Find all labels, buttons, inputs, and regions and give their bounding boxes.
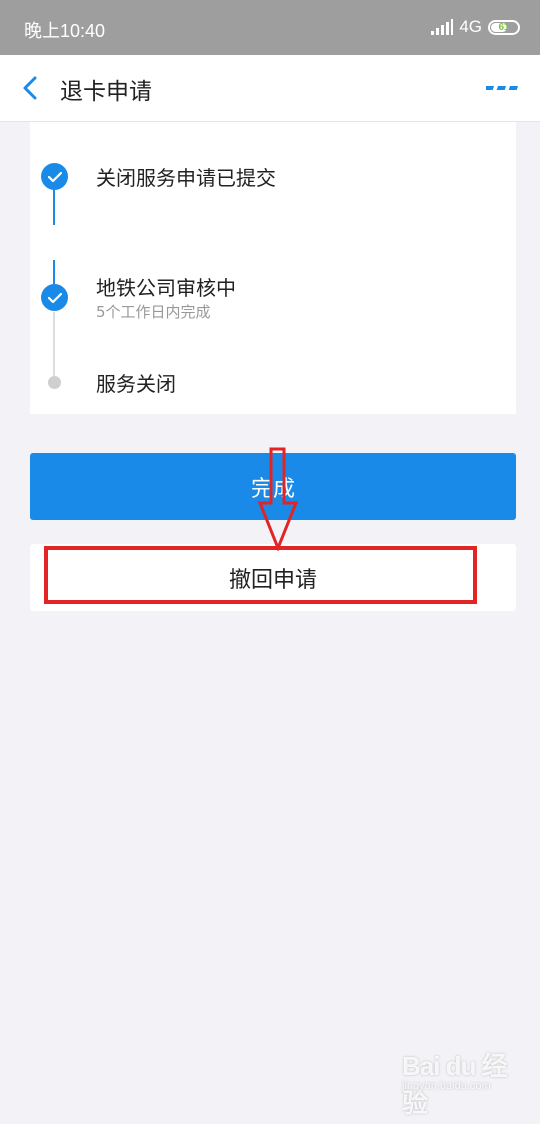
timeline-connector (53, 260, 55, 286)
chevron-left-icon[interactable] (18, 74, 46, 102)
pending-dot-icon (48, 376, 61, 389)
timeline-connector (53, 312, 55, 376)
timeline-step-title: 服务关闭 (96, 372, 176, 396)
battery-text: 61 (498, 21, 510, 33)
status-bar: 晚上10:40 4G 61 (0, 0, 540, 55)
check-icon (41, 163, 68, 190)
timeline-step-title: 关闭服务申请已提交 (96, 166, 276, 190)
nav-bar: 退卡申请 (0, 55, 540, 122)
status-time: 晚上10:40 (24, 21, 106, 41)
signal-icon (431, 19, 454, 35)
watermark: Bai du 经验 jingyan.baidu.com (402, 1046, 512, 1118)
progress-timeline: 关闭服务申请已提交 地铁公司审核中 5个工作日内完成 服务关闭 (30, 122, 516, 414)
done-button[interactable]: 完成 (30, 453, 516, 520)
timeline-step-subtitle: 5个工作日内完成 (96, 303, 211, 321)
check-icon (41, 284, 68, 311)
timeline-connector (53, 187, 55, 225)
timeline-step-title: 地铁公司审核中 (96, 276, 236, 300)
battery-icon: 61 (488, 19, 520, 35)
watermark-url: jingyan.baidu.com (402, 1080, 491, 1092)
more-dots-icon[interactable] (486, 83, 520, 93)
page-title: 退卡申请 (60, 79, 152, 105)
withdraw-application-button[interactable]: 撤回申请 (30, 544, 516, 611)
status-indicators: 4G 61 (431, 17, 520, 37)
network-label: 4G (459, 17, 482, 36)
